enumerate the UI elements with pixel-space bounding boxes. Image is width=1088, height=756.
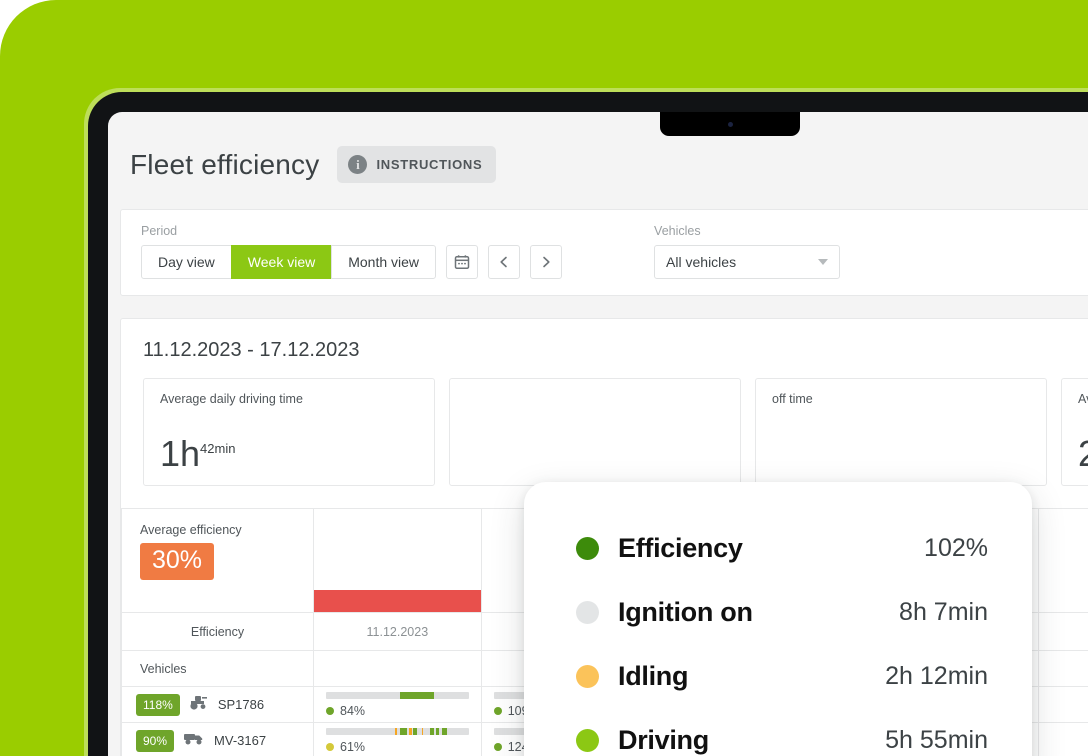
vehicles-section-spacer	[313, 650, 482, 687]
page-title: Fleet efficiency	[130, 148, 320, 180]
tooltip-row-label: Driving	[618, 724, 709, 755]
tooltip-row-label: Efficiency	[618, 532, 743, 563]
vehicles-select[interactable]: All vehicles	[654, 245, 841, 279]
efficiency-row-label: Efficiency	[121, 612, 314, 651]
stat-card-value: 1h42min	[160, 436, 418, 472]
page-background: Fleet efficiency i INSTRUCTIONS Period D…	[0, 0, 1088, 756]
period-option-day[interactable]: Day view	[141, 245, 232, 279]
timeline-segment	[441, 728, 448, 735]
tooltip-row-value: 102%	[924, 533, 988, 562]
stat-card	[449, 378, 741, 486]
stat-card: off time	[755, 378, 1047, 486]
column-header	[1038, 612, 1088, 651]
chevron-left-icon[interactable]	[488, 245, 521, 279]
activity-timeline	[326, 692, 469, 699]
vehicles-select-value: All vehicles	[666, 254, 737, 270]
stat-card: Average daily driving time 1h42min	[143, 378, 435, 486]
period-option-month[interactable]: Month view	[331, 245, 437, 279]
column-header: 11.12.2023	[313, 612, 482, 651]
status-dot	[326, 743, 334, 751]
tooltip-row: Efficiency 102%	[576, 516, 988, 580]
status-dot	[493, 707, 502, 715]
status-dot	[493, 743, 502, 751]
info-icon: i	[348, 155, 368, 174]
tooltip-row-label: Ignition on	[618, 596, 753, 627]
stat-card: Ave 2	[1061, 378, 1088, 486]
tooltip-row: Driving 5h 55min	[576, 708, 988, 756]
period-filter-group: Period Day view Week view Month view	[141, 224, 563, 279]
vehicle-day-percent: 84%	[340, 704, 366, 718]
metric-tooltip: Efficiency 102% Ignition on 8h 7min Idli…	[524, 482, 1032, 756]
legend-dot-efficiency	[576, 536, 599, 560]
timeline-segment	[400, 728, 408, 735]
tractor-icon	[189, 695, 209, 715]
stat-card-unit: 42min	[200, 441, 236, 456]
laptop-screen: Fleet efficiency i INSTRUCTIONS Period D…	[108, 112, 1088, 756]
stat-card-caption: off time	[772, 392, 813, 406]
instructions-button-label: INSTRUCTIONS	[376, 157, 483, 172]
date-range-title: 11.12.2023 - 17.12.2023	[143, 339, 360, 361]
legend-dot-ignition-on	[576, 600, 599, 624]
activity-timeline	[326, 728, 469, 735]
timeline-segment	[413, 728, 418, 735]
average-efficiency-caption: Average efficiency	[140, 523, 242, 537]
truck-icon	[183, 731, 205, 750]
tooltip-row-value: 8h 7min	[899, 597, 988, 626]
timeline-segment	[394, 728, 398, 735]
vehicle-efficiency-badge: 90%	[136, 729, 175, 752]
period-label: Period	[141, 224, 178, 238]
filter-panel: Period Day view Week view Month view Veh…	[120, 209, 1088, 296]
timeline-segment	[435, 728, 439, 735]
average-efficiency-badge: 30%	[140, 543, 215, 580]
average-efficiency-cell: Average efficiency 30%	[121, 508, 314, 613]
stat-card-caption: Average daily driving time	[160, 392, 303, 406]
vehicles-section-spacer	[1038, 650, 1088, 687]
laptop-device-frame: Fleet efficiency i INSTRUCTIONS Period D…	[88, 92, 1088, 756]
vehicle-efficiency-badge: 118%	[136, 693, 180, 716]
timeline-segment	[421, 728, 424, 735]
vehicle-day-cell[interactable]: 84%	[313, 686, 482, 723]
summary-bar	[314, 590, 481, 612]
period-segmented-control: Day view Week view Month view	[141, 245, 437, 279]
vehicle-name-cell: 90% MV-3167	[121, 722, 314, 756]
vehicles-section-label: Vehicles	[121, 650, 314, 687]
timeline-segment	[430, 728, 435, 735]
stat-card-number: 1h	[160, 433, 201, 474]
chevron-right-icon[interactable]	[530, 245, 563, 279]
timeline-segment	[400, 692, 435, 699]
vehicle-day-percent: 61%	[340, 740, 366, 754]
chevron-down-icon	[818, 259, 829, 265]
vehicles-filter-group: Vehicles All vehicles	[654, 224, 841, 279]
app-header: Fleet efficiency i INSTRUCTIONS	[108, 112, 1088, 183]
tooltip-row: Ignition on 8h 7min	[576, 580, 988, 644]
tooltip-row-label: Idling	[618, 660, 689, 691]
vehicle-id-label: MV-3167	[214, 733, 267, 748]
webcam-notch	[660, 112, 800, 136]
camera-dot	[728, 122, 733, 127]
vehicle-id-label: SP1786	[217, 697, 265, 712]
legend-dot-idling	[576, 664, 599, 688]
period-option-week[interactable]: Week view	[230, 245, 333, 279]
legend-dot-driving	[576, 728, 599, 752]
vehicle-day-cell[interactable]	[1038, 686, 1088, 723]
vehicle-name-cell: 118% SP1786	[121, 686, 314, 723]
vehicles-filter-label: Vehicles	[654, 224, 701, 238]
tooltip-row-value: 5h 55min	[885, 725, 988, 754]
instructions-button[interactable]: i INSTRUCTIONS	[337, 146, 497, 183]
summary-chart-cell	[1038, 508, 1088, 613]
stat-card-caption: Ave	[1078, 392, 1088, 406]
tooltip-row: Idling 2h 12min	[576, 644, 988, 708]
status-dot	[326, 707, 334, 715]
stat-card-value: 2	[1078, 436, 1088, 472]
tooltip-row-value: 2h 12min	[885, 661, 988, 690]
vehicle-day-cell[interactable]: 61%	[313, 722, 482, 756]
summary-chart-cell	[313, 508, 482, 613]
calendar-icon[interactable]	[446, 245, 479, 279]
timeline-segment	[408, 728, 412, 735]
vehicle-day-cell[interactable]	[1038, 722, 1088, 756]
